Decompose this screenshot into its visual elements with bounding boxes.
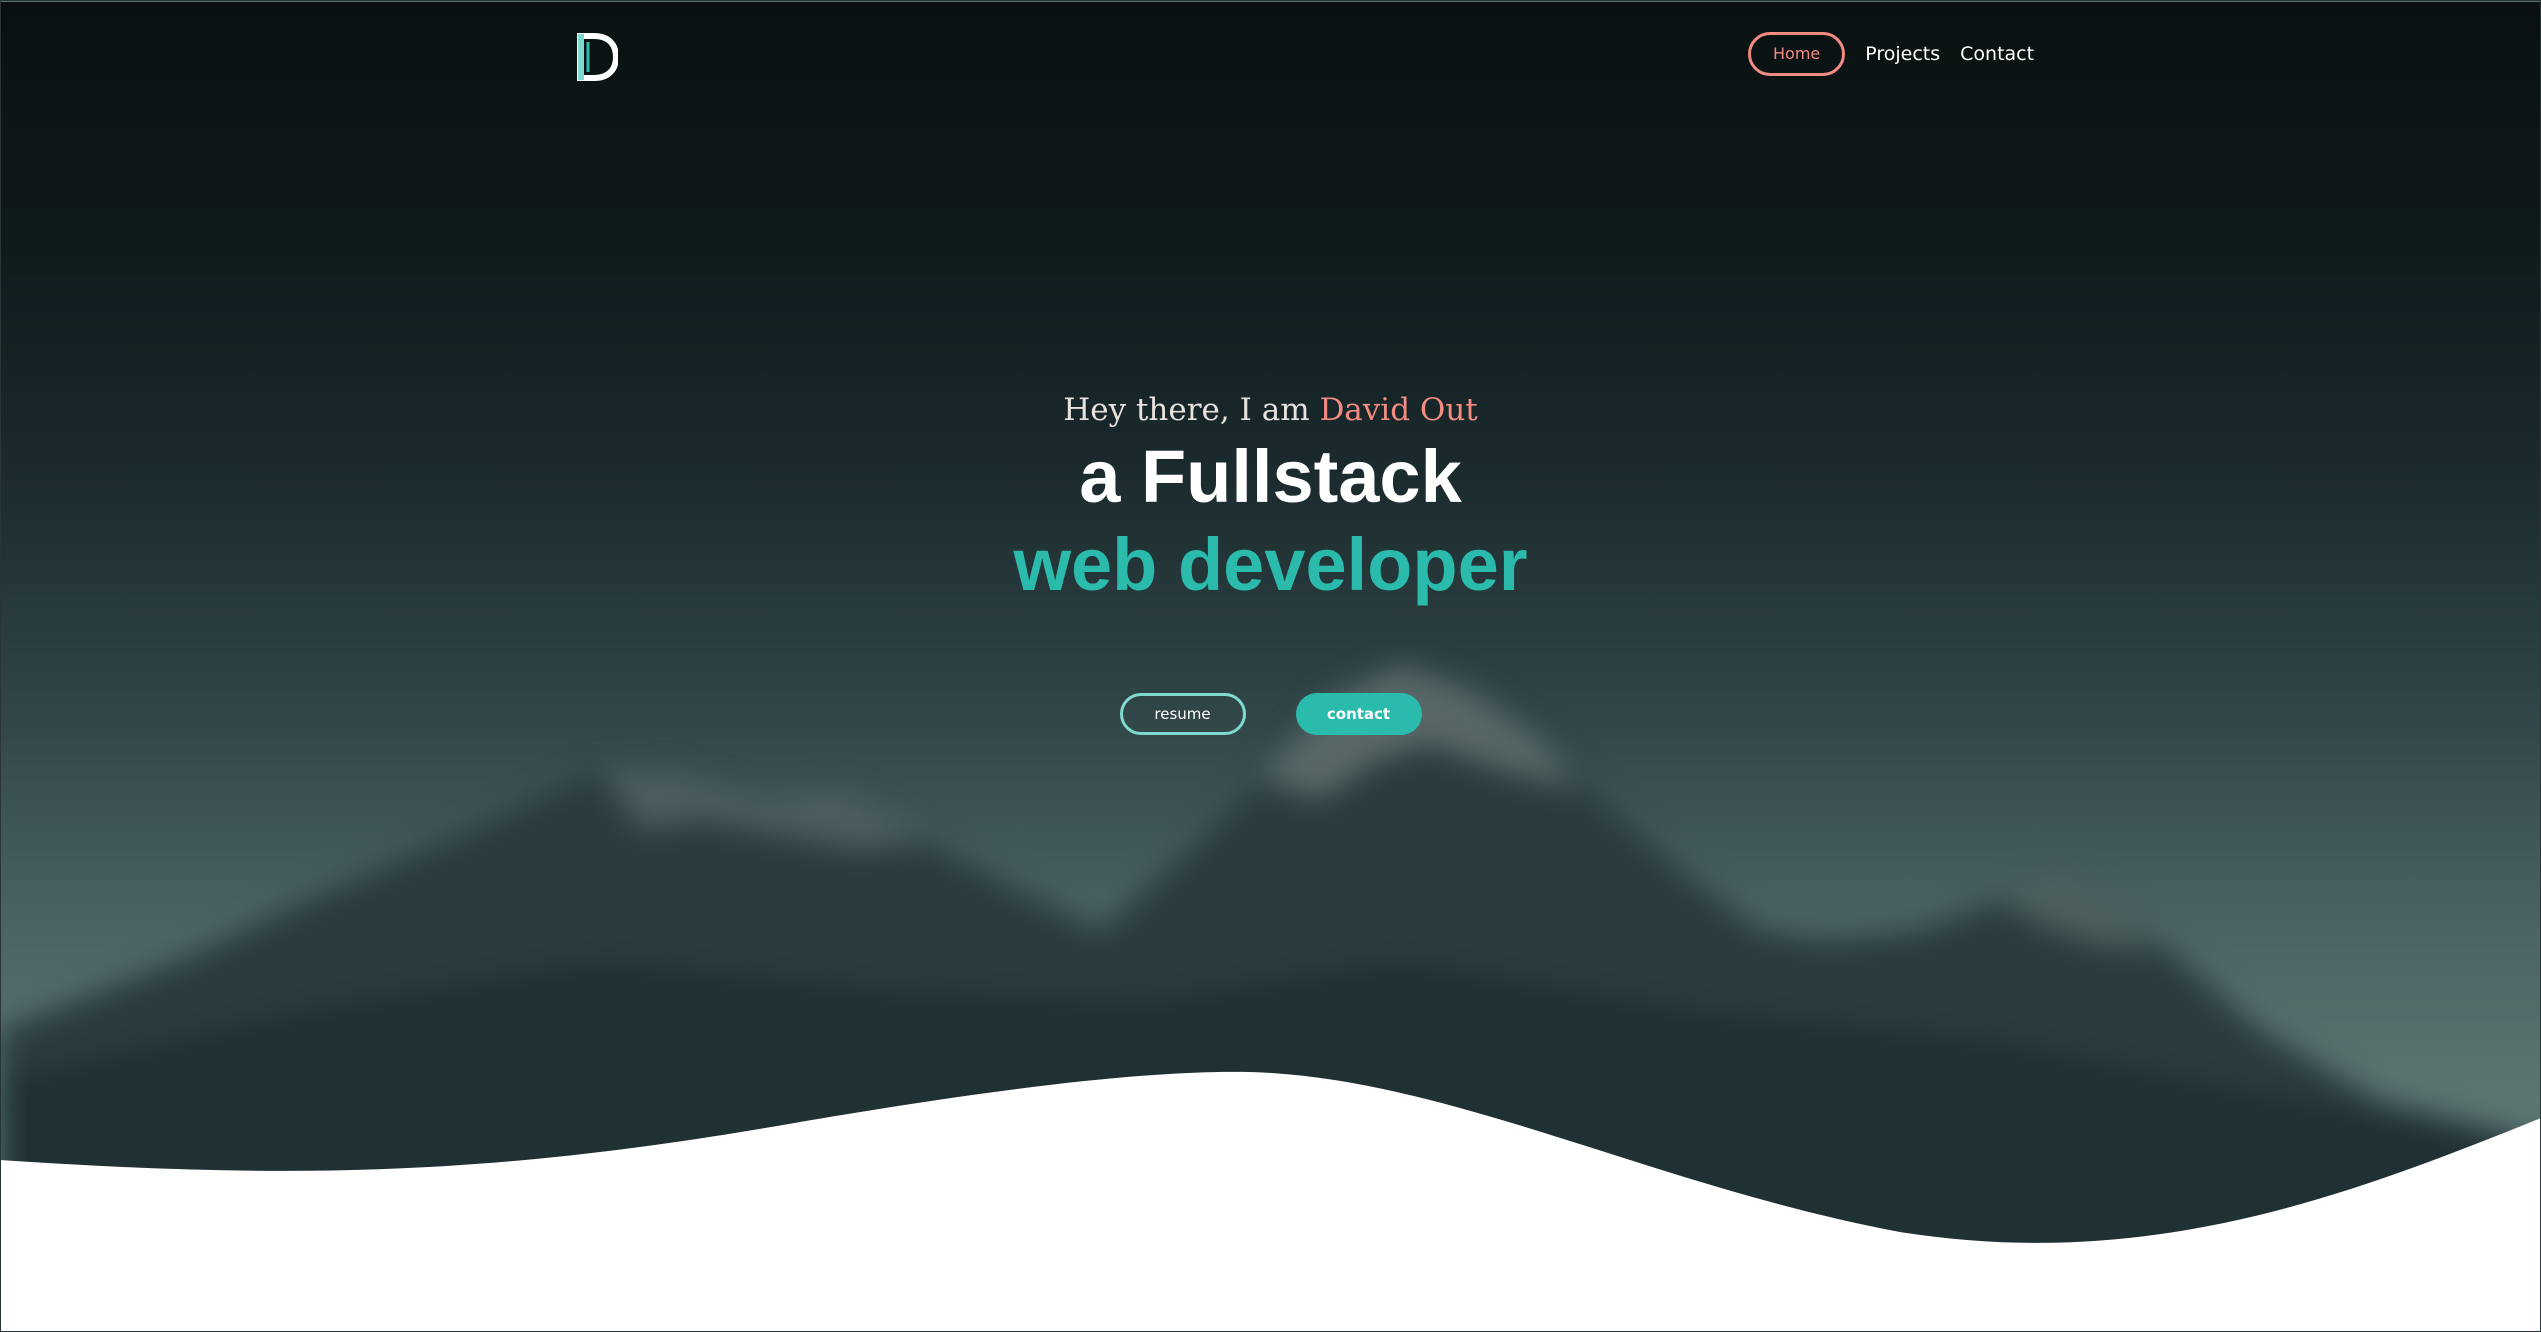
- landing-page: Home Projects Contact Hey there, I am Da…: [0, 0, 2541, 1332]
- main-nav: Home Projects Contact: [1748, 32, 2034, 76]
- navbar: Home Projects Contact: [0, 0, 2541, 110]
- cta-row: resume contact: [0, 693, 2541, 735]
- nav-item-contact[interactable]: Contact: [1960, 43, 2034, 65]
- hero-section: Hey there, I am David Out a Fullstack we…: [0, 390, 2541, 610]
- wave-divider: [0, 1071, 2541, 1332]
- logo[interactable]: [574, 32, 618, 82]
- nav-item-projects[interactable]: Projects: [1865, 43, 1940, 65]
- hero-headline-line-1: a Fullstack: [1079, 435, 1462, 518]
- hero-headline-line-2: web developer: [1013, 523, 1528, 606]
- resume-button[interactable]: resume: [1119, 693, 1246, 735]
- nav-item-home[interactable]: Home: [1748, 32, 1846, 76]
- hero-intro-prefix: Hey there, I am: [1063, 392, 1320, 428]
- hero-name: David Out: [1319, 392, 1478, 428]
- contact-button[interactable]: contact: [1295, 693, 1422, 735]
- hero-intro: Hey there, I am David Out: [0, 390, 2541, 430]
